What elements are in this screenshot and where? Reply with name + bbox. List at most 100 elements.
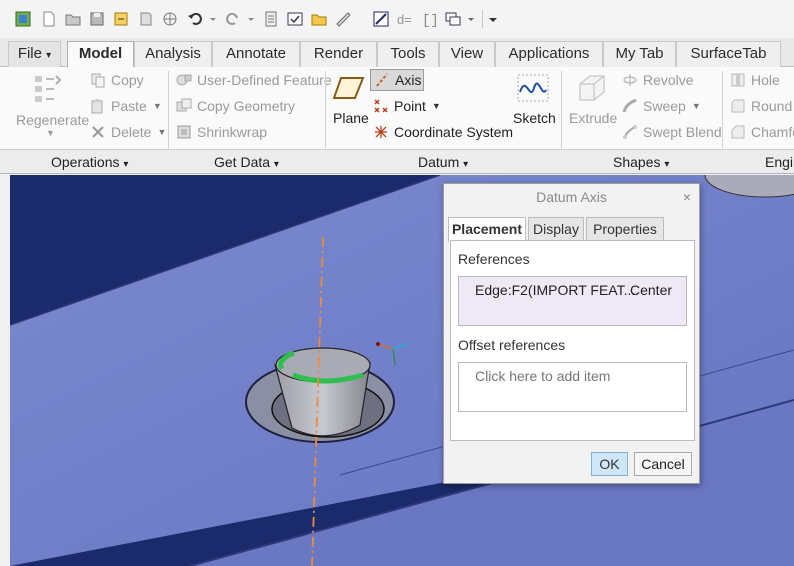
ok-button[interactable]: OK [591,452,628,476]
verify-icon[interactable] [286,10,304,28]
tab-annotate[interactable]: Annotate [212,41,300,67]
copy-label: Copy [111,72,144,88]
open-icon[interactable] [64,10,82,28]
offset-placeholder[interactable]: Click here to add item [475,368,610,384]
coordinate-system-icon [373,124,389,140]
parameters-icon[interactable]: [] [420,10,438,28]
group-shapes-label: Shapes [613,154,661,170]
dialog-title: Datum Axis [536,189,607,205]
delete-button[interactable]: Delete ▼ [90,124,166,140]
new-icon[interactable] [40,10,58,28]
tab-model[interactable]: Model [67,41,134,68]
tab-render[interactable]: Render [300,41,377,67]
extrude-button[interactable]: Extrude [569,110,617,126]
open-folder-icon[interactable] [310,10,328,28]
regenerate-button[interactable]: Regenerate [16,112,89,128]
measure-icon[interactable] [334,10,352,28]
group-engineering[interactable]: Engin [765,154,794,170]
undo-dropdown-icon[interactable] [208,10,218,28]
group-datum-label: Datum [418,154,460,170]
undo-icon[interactable] [186,10,204,28]
group-datum[interactable]: Datum ▾ [418,154,468,170]
plane-button[interactable]: Plane [333,110,369,126]
svg-text:[]: [] [422,13,438,28]
sweep-icon [622,98,638,114]
hole-icon [730,72,746,88]
regenerate-dropdown-icon[interactable]: ▼ [46,128,55,138]
redo-dropdown-icon[interactable] [246,10,256,28]
viewport-left-border [0,175,10,566]
chamfer-label: Chamfe [751,124,794,140]
offset-references-collector[interactable]: Click here to add item [458,362,687,412]
chamfer-button[interactable]: Chamfe [730,124,794,140]
close-icon[interactable]: × [683,189,691,205]
regenerate-icon[interactable] [30,72,64,106]
family-table-icon[interactable] [372,10,390,28]
tab-view[interactable]: View [439,41,495,67]
copy-geometry-button[interactable]: Copy Geometry [176,98,295,114]
tab-analysis[interactable]: Analysis [134,41,212,67]
extrude-icon[interactable] [576,72,608,104]
customize-icon[interactable] [488,10,498,28]
tab-properties[interactable]: Properties [586,217,664,241]
copy-button[interactable]: Copy [90,72,144,88]
references-label: References [458,251,530,267]
sweep-dropdown-icon[interactable]: ▼ [692,101,701,111]
windows-icon[interactable] [444,10,462,28]
paste-label: Paste [111,98,147,114]
group-shapes[interactable]: Shapes ▾ [613,154,669,170]
paste-button[interactable]: Paste ▼ [90,98,162,114]
references-collector[interactable]: Edge:F2(IMPORT FEAT... Center [458,276,687,326]
point-dropdown-icon[interactable]: ▼ [432,101,441,111]
reference-item[interactable]: Edge:F2(IMPORT FEAT... [475,282,635,298]
group-operations-label: Operations [51,154,120,170]
system-icon[interactable] [161,10,179,28]
tab-file-label: File [17,45,42,62]
quick-access-toolbar: d= [] [0,0,794,38]
copy-geometry-label: Copy Geometry [197,98,296,114]
tab-display[interactable]: Display [528,217,584,241]
tab-applications[interactable]: Applications [495,41,603,67]
window-icon[interactable] [14,10,32,28]
tab-my-tab[interactable]: My Tab [603,41,676,67]
sweep-button[interactable]: Sweep ▼ [622,98,701,114]
chevron-down-icon: ▾ [463,159,469,170]
tab-tools[interactable]: Tools [377,41,439,67]
regen-all-icon[interactable] [262,10,280,28]
tab-placement[interactable]: Placement [448,217,526,242]
swept-blend-label: Swept Blend [643,124,722,140]
axis-label: Axis [395,72,422,88]
cancel-button[interactable]: Cancel [634,452,692,476]
user-defined-feature-button[interactable]: User-Defined Feature [176,72,332,88]
regenerate-icon[interactable] [112,10,130,28]
swept-blend-button[interactable]: Swept Blend [622,124,722,140]
hole-label: Hole [751,72,780,88]
toolbar-separator [482,10,483,28]
shrinkwrap-button[interactable]: Shrinkwrap [176,124,267,140]
axis-button[interactable]: Axis [370,69,424,91]
group-operations[interactable]: Operations ▾ [51,154,128,170]
relations-icon[interactable]: d= [396,10,414,28]
sketch-button[interactable]: Sketch [513,110,556,126]
windows-dropdown-icon[interactable] [466,10,476,28]
revolve-button[interactable]: Revolve [622,72,694,88]
group-get-data[interactable]: Get Data ▾ [214,154,279,170]
save-icon[interactable] [88,10,106,28]
round-button[interactable]: Round [730,98,792,114]
tab-file[interactable]: File ▾ [8,41,61,67]
redo-icon[interactable] [224,10,242,28]
delete-dropdown-icon[interactable]: ▼ [157,127,166,137]
coordinate-system-label: Coordinate System [394,124,514,140]
plane-icon[interactable] [333,76,365,100]
point-button[interactable]: Point ▼ [373,98,441,114]
close-window-icon[interactable] [137,10,155,28]
offset-references-label: Offset references [458,337,566,353]
coordinate-system-button[interactable]: Coordinate System [373,124,513,140]
paste-dropdown-icon[interactable]: ▼ [153,101,162,111]
sweep-label: Sweep [643,98,686,114]
hole-button[interactable]: Hole [730,72,780,88]
group-get-data-label: Get Data [214,154,271,170]
tab-surfacetab[interactable]: SurfaceTab [676,41,781,67]
reference-constraint[interactable]: Center [630,282,672,298]
sketch-icon[interactable] [517,74,549,102]
